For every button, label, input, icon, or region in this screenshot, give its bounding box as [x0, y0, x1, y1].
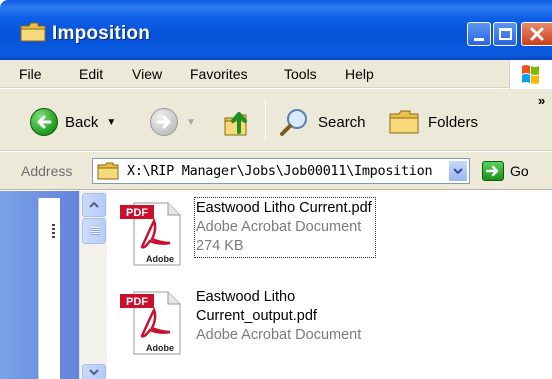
forward-dropdown-icon[interactable]: ▼	[186, 117, 196, 128]
search-label: Search	[318, 113, 366, 131]
maximize-button[interactable]	[493, 22, 517, 46]
pdf-icon: PDF Adobe	[120, 291, 181, 355]
file-details: Eastwood Litho Current_output.pdf Adobe …	[196, 288, 361, 345]
maximize-icon	[498, 28, 512, 40]
address-input[interactable]: X:\RIP Manager\Jobs\Job00011\Imposition	[92, 158, 470, 184]
menu-file[interactable]: File	[19, 66, 42, 82]
address-value: X:\RIP Manager\Jobs\Job00011\Imposition	[127, 163, 433, 179]
file-name-line1: Eastwood Litho	[196, 289, 296, 305]
folders-label: Folders	[428, 113, 479, 131]
menu-view[interactable]: View	[132, 66, 162, 82]
close-button[interactable]	[521, 22, 552, 46]
title-bar[interactable]: Imposition	[0, 0, 552, 60]
search-icon	[280, 109, 307, 136]
thumb-grip	[90, 227, 100, 235]
file-type: Adobe Acrobat Document	[196, 219, 362, 235]
folder-icon	[97, 162, 119, 180]
toolbar-overflow-chevron[interactable]: »	[538, 93, 545, 108]
file-type: Adobe Acrobat Document	[196, 327, 362, 343]
pdf-brand-text: Adobe	[146, 343, 174, 353]
chevron-up-icon	[89, 201, 99, 208]
toolbar-separator	[265, 100, 266, 140]
minimize-icon	[474, 37, 484, 41]
scroll-up-button[interactable]	[82, 193, 106, 217]
address-label: Address	[21, 163, 73, 179]
pdf-icon: PDF Adobe	[120, 202, 181, 266]
scroll-thumb[interactable]	[82, 218, 106, 244]
scroll-down-button[interactable]	[82, 364, 106, 379]
forward-arrow-icon	[150, 108, 178, 136]
file-details: Eastwood Litho Current.pdf Adobe Acrobat…	[194, 197, 376, 258]
window-title: Imposition	[52, 23, 151, 44]
search-button[interactable]: Search	[278, 107, 366, 137]
go-arrow-icon	[482, 161, 504, 181]
folders-icon	[389, 110, 419, 134]
minimize-button[interactable]	[467, 22, 491, 46]
address-bar: Address X:\RIP Manager\Jobs\Job00011\Imp…	[0, 152, 552, 190]
go-button[interactable]: Go	[482, 161, 529, 181]
forward-button[interactable]: ▼	[150, 108, 196, 136]
back-arrow-icon	[30, 108, 58, 136]
windows-flag-icon	[522, 65, 539, 84]
folder-icon	[20, 22, 46, 42]
menu-tools[interactable]: Tools	[284, 66, 317, 82]
folders-button[interactable]: Folders	[387, 107, 478, 137]
go-label: Go	[510, 163, 529, 179]
menu-bar: File Edit View Favorites Tools Help	[0, 60, 552, 88]
file-size: 274 KB	[196, 238, 244, 254]
file-name-line2: Current_output.pdf	[196, 308, 317, 324]
chevron-down-icon	[89, 369, 99, 376]
up-folder-button[interactable]	[222, 106, 254, 138]
close-icon	[530, 27, 544, 41]
windows-logo	[509, 60, 552, 90]
menu-help[interactable]: Help	[345, 66, 374, 82]
back-label: Back	[65, 113, 99, 131]
menu-edit[interactable]: Edit	[79, 66, 103, 82]
chevron-down-icon	[453, 168, 463, 175]
pdf-badge-text: PDF	[126, 207, 148, 219]
back-button[interactable]: Back ▼	[30, 108, 116, 136]
pdf-badge-text: PDF	[126, 296, 148, 308]
up-folder-icon	[224, 112, 247, 136]
pdf-brand-text: Adobe	[146, 254, 174, 264]
vertical-scrollbar[interactable]	[79, 191, 107, 379]
menu-favorites[interactable]: Favorites	[190, 66, 248, 82]
task-pane-handle[interactable]	[52, 224, 55, 238]
file-name: Eastwood Litho Current.pdf	[196, 200, 372, 216]
address-dropdown-button[interactable]	[448, 160, 468, 182]
task-pane-card	[38, 198, 60, 379]
back-dropdown-icon[interactable]: ▼	[106, 117, 116, 128]
